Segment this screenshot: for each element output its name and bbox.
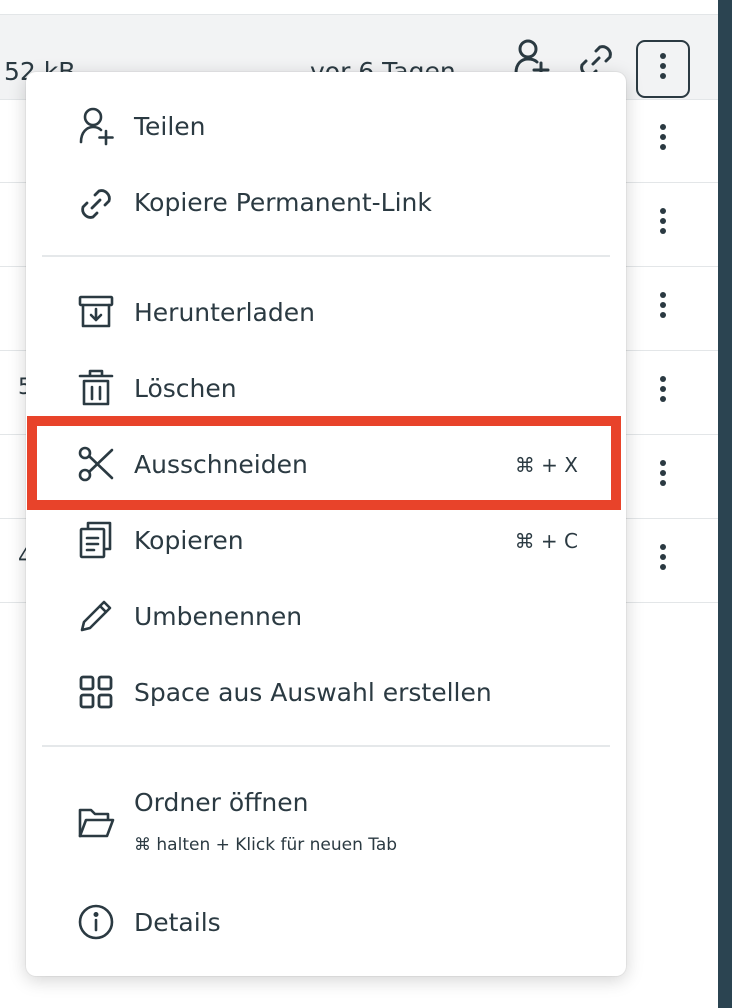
menu-item-kopiere-permanent-link[interactable]: Kopiere Permanent-Link <box>26 176 626 228</box>
kebab-icon[interactable] <box>660 544 666 574</box>
menu-item-hint: ⌘ halten + Klick für neuen Tab <box>134 835 398 855</box>
pencil-icon <box>76 596 116 636</box>
copy-icon <box>76 520 116 560</box>
kebab-icon[interactable] <box>660 460 666 490</box>
menu-item-label: Space aus Auswahl erstellen <box>134 678 492 707</box>
kebab-icon[interactable] <box>660 376 666 406</box>
menu-item-herunterladen[interactable]: Herunterladen <box>26 286 626 338</box>
menu-item-label: Löschen <box>134 374 237 403</box>
folder-open-icon <box>76 802 116 842</box>
menu-item-label: Kopieren <box>134 526 244 555</box>
menu-separator <box>42 255 610 257</box>
menu-item-label: Details <box>134 908 221 937</box>
user-plus-icon <box>76 106 116 146</box>
menu-separator <box>42 745 610 747</box>
info-icon <box>76 902 116 942</box>
more-actions-button[interactable] <box>636 40 690 98</box>
download-box-icon <box>76 292 116 332</box>
shortcut-hint: ⌘ + X <box>514 453 578 477</box>
shortcut-hint: ⌘ + C <box>514 529 578 553</box>
menu-item-loeschen[interactable]: Löschen <box>26 362 626 414</box>
grid-icon <box>76 672 116 712</box>
menu-item-label: Kopiere Permanent-Link <box>134 188 432 217</box>
kebab-icon <box>660 53 666 83</box>
trash-icon <box>76 368 116 408</box>
menu-item-ausschneiden[interactable]: Ausschneiden ⌘ + X <box>26 438 626 490</box>
menu-item-umbenennen[interactable]: Umbenennen <box>26 590 626 642</box>
link-icon <box>76 184 116 224</box>
menu-item-space-aus-auswahl[interactable]: Space aus Auswahl erstellen <box>26 666 626 718</box>
menu-item-label: Umbenennen <box>134 602 303 631</box>
kebab-icon[interactable] <box>660 208 666 238</box>
kebab-icon[interactable] <box>660 292 666 322</box>
menu-item-label: Ordner öffnen <box>134 788 309 817</box>
scrollbar[interactable] <box>718 0 732 1008</box>
scissors-icon <box>76 444 116 484</box>
menu-item-label: Ausschneiden <box>134 450 308 479</box>
context-menu: Teilen Kopiere Permanent-Link Herunterla… <box>26 72 626 976</box>
menu-item-label: Teilen <box>134 112 206 141</box>
kebab-icon[interactable] <box>660 124 666 154</box>
menu-item-details[interactable]: Details <box>26 896 626 948</box>
menu-item-label: Herunterladen <box>134 298 315 327</box>
menu-item-teilen[interactable]: Teilen <box>26 100 626 152</box>
menu-item-ordner-oeffnen[interactable]: Ordner öffnen ⌘ halten + Klick für neuen… <box>26 776 626 866</box>
menu-item-kopieren[interactable]: Kopieren ⌘ + C <box>26 514 626 566</box>
